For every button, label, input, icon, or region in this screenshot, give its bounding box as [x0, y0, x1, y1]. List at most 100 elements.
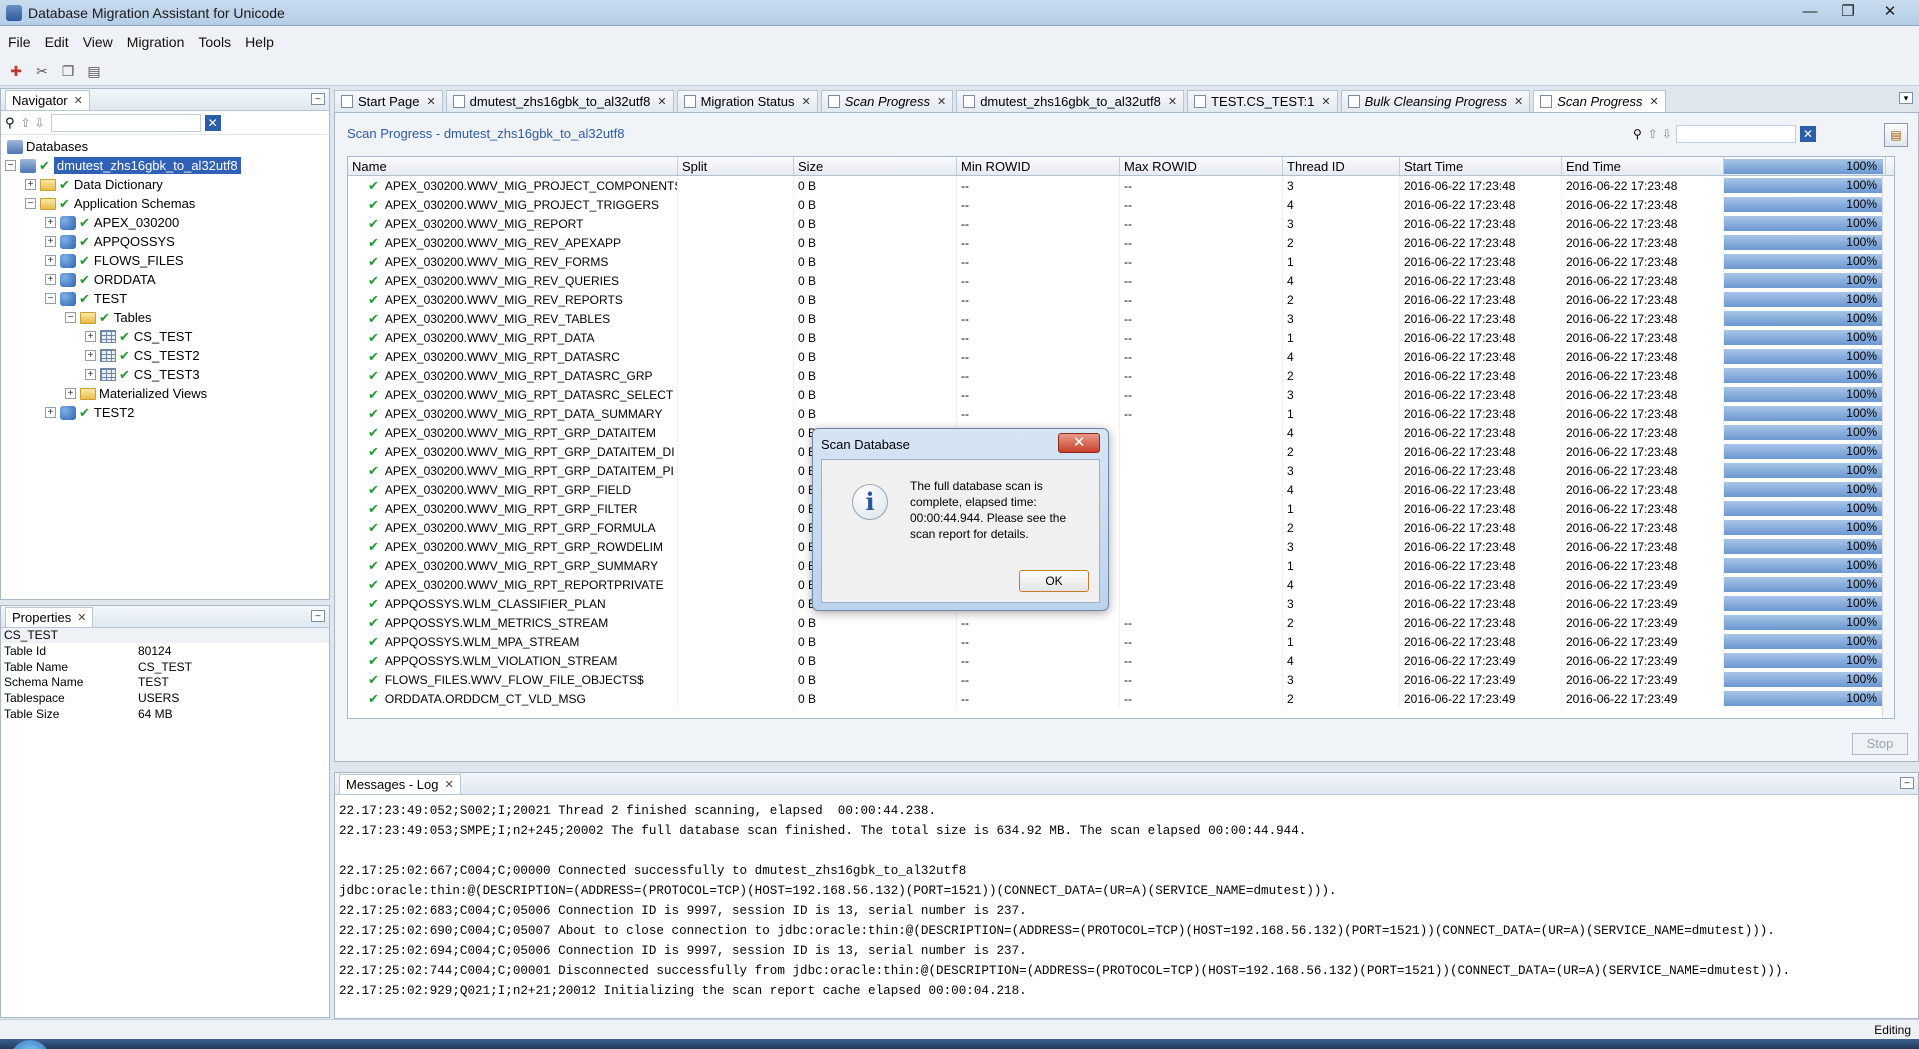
tree-node-schema[interactable]: + ✔ ORDDATA	[3, 270, 329, 289]
close-icon[interactable]: ✕	[445, 778, 454, 791]
expand-icon[interactable]: +	[45, 236, 56, 247]
expand-icon[interactable]: +	[45, 217, 56, 228]
expand-icon[interactable]: +	[45, 255, 56, 266]
expand-icon[interactable]: +	[85, 369, 96, 380]
table-row[interactable]: ✔ APEX_030200.WWV_MIG_RPT_DATA 0 B -- -- 1 201…	[348, 328, 1894, 347]
new-connection-icon[interactable]: ✚	[6, 62, 26, 82]
close-icon[interactable]: ✕	[426, 95, 435, 108]
tree-node-application-schemas[interactable]: − ✔ Application Schemas	[3, 194, 329, 213]
close-icon[interactable]: ✕	[1649, 95, 1658, 108]
tree-node-schema[interactable]: + ✔ APPQOSSYS	[3, 232, 329, 251]
expand-icon[interactable]: +	[45, 407, 56, 418]
tree-node-schema[interactable]: + ✔ FLOWS_FILES	[3, 251, 329, 270]
ok-button[interactable]: OK	[1019, 570, 1089, 592]
tree-node-materialized-views[interactable]: + Materialized Views	[3, 384, 329, 403]
binoculars-icon[interactable]: ⚲	[1633, 127, 1642, 141]
tree-node-table[interactable]: + ✔ CS_TEST2	[3, 346, 329, 365]
scan-search-input[interactable]	[1675, 125, 1796, 143]
collapse-icon[interactable]: −	[45, 293, 56, 304]
tree-node-databases[interactable]: Databases	[3, 137, 329, 156]
column-header-min-rowid[interactable]: Min ROWID	[957, 157, 1120, 175]
table-row[interactable]: ✔ APEX_030200.WWV_MIG_PROJECT_COMPONENTS 0…	[348, 176, 1894, 195]
table-row[interactable]: ✔ APPQOSSYS.WLM_CLASSIFIER_PLAN 0 B 3 2016-0…	[348, 594, 1894, 613]
maximize-button[interactable]: ❐	[1829, 0, 1867, 22]
table-row[interactable]: ✔ APEX_030200.WWV_MIG_RPT_GRP_FILTER 0 B12…	[348, 499, 1894, 518]
arrow-up-icon[interactable]: ⇧	[21, 116, 31, 130]
tab-connection-2[interactable]: dmutest_zhs16gbk_to_al32utf8 ✕	[956, 90, 1185, 112]
expand-icon[interactable]: +	[85, 331, 96, 342]
tab-connection[interactable]: dmutest_zhs16gbk_to_al32utf8 ✕	[445, 90, 674, 112]
messages-log-tab[interactable]: Messages - Log ✕	[339, 773, 461, 794]
scan-report-icon[interactable]: ▤	[1884, 123, 1908, 147]
table-row[interactable]: ✔ APEX_030200.WWV_MIG_RPT_DATASRC 0 B -- -- 4…	[348, 347, 1894, 366]
tab-migration-status[interactable]: Migration Status ✕	[676, 90, 818, 112]
expand-icon[interactable]: +	[65, 388, 76, 399]
tab-scan-progress-active[interactable]: Scan Progress ✕	[1533, 90, 1666, 112]
table-row[interactable]: ✔ APEX_030200.WWV_MIG_REV_FORMS 0 B -- -- 1 20…	[348, 252, 1894, 271]
tab-bulk-cleansing[interactable]: Bulk Cleansing Progress ✕	[1340, 90, 1531, 112]
tab-start-page[interactable]: Start Page ✕	[334, 90, 443, 112]
arrow-down-icon[interactable]: ⇩	[35, 116, 45, 130]
table-row[interactable]: ✔ ORDDATA.ORDDCM_CT_VLD_MSG 0 B -- -- 2 2016-0…	[348, 689, 1894, 708]
minimize-panel-icon[interactable]: –	[311, 610, 325, 622]
collapse-icon[interactable]: −	[25, 198, 36, 209]
expand-icon[interactable]: +	[85, 350, 96, 361]
table-row[interactable]: ✔ APEX_030200.WWV_MIG_REV_APEXAPP 0 B -- -- 2…	[348, 233, 1894, 252]
close-icon[interactable]: ✕	[77, 611, 86, 624]
column-header-start-time[interactable]: Start Time	[1400, 157, 1562, 175]
column-header-thread-id[interactable]: Thread ID	[1283, 157, 1400, 175]
tree-node-table[interactable]: + ✔ CS_TEST3	[3, 365, 329, 384]
menu-help[interactable]: Help	[245, 34, 274, 50]
tree-node-data-dictionary[interactable]: + ✔ Data Dictionary	[3, 175, 329, 194]
close-icon[interactable]: ✕	[1168, 95, 1177, 108]
arrow-up-icon[interactable]: ⇧	[1648, 127, 1658, 141]
table-row[interactable]: ✔ APEX_030200.WWV_MIG_REV_TABLES 0 B -- -- 3 2…	[348, 309, 1894, 328]
stop-button[interactable]: Stop	[1852, 733, 1908, 755]
table-row[interactable]: ✔ FLOWS_FILES.WWV_FLOW_FILE_OBJECTS$ 0 B --…	[348, 670, 1894, 689]
tab-list-icon[interactable]: ▾	[1899, 92, 1913, 104]
expand-icon[interactable]: +	[25, 179, 36, 190]
close-icon[interactable]: ✕	[74, 94, 83, 107]
close-icon[interactable]: ✕	[1321, 95, 1330, 108]
paste-icon[interactable]: ▤	[84, 62, 104, 82]
collapse-icon[interactable]: −	[5, 160, 16, 171]
menu-view[interactable]: View	[83, 34, 113, 50]
copy-icon[interactable]: ❐	[58, 62, 78, 82]
column-header-split[interactable]: Split	[678, 157, 794, 175]
close-icon[interactable]: ✕	[657, 95, 666, 108]
clear-search-icon[interactable]: ✕	[1799, 126, 1816, 142]
menu-file[interactable]: File	[8, 34, 31, 50]
tab-scan-progress[interactable]: Scan Progress ✕	[820, 90, 954, 112]
column-header-size[interactable]: Size	[794, 157, 957, 175]
tree-node-tables[interactable]: − ✔ Tables	[3, 308, 329, 327]
table-row[interactable]: ✔ APPQOSSYS.WLM_METRICS_STREAM 0 B -- -- 2 201…	[348, 613, 1894, 632]
table-row[interactable]: ✔ APEX_030200.WWV_MIG_PROJECT_TRIGGERS 0 B…	[348, 195, 1894, 214]
column-header-max-rowid[interactable]: Max ROWID	[1120, 157, 1283, 175]
table-row[interactable]: ✔ APEX_030200.WWV_MIG_RPT_REPORTPRIVATE 0 …	[348, 575, 1894, 594]
table-row[interactable]: ✔ APEX_030200.WWV_MIG_RPT_GRP_DATAITEM 0 B…	[348, 423, 1894, 442]
vertical-scrollbar[interactable]	[1882, 176, 1894, 718]
table-row[interactable]: ✔ APEX_030200.WWV_MIG_RPT_GRP_FORMULA 0 B2…	[348, 518, 1894, 537]
column-header-name[interactable]: Name	[348, 157, 678, 175]
dialog-close-button[interactable]: ✕	[1058, 433, 1100, 453]
close-icon[interactable]: ✕	[937, 95, 946, 108]
table-row[interactable]: ✔ APEX_030200.WWV_MIG_RPT_DATASRC_GRP 0 B-…	[348, 366, 1894, 385]
navigator-tab[interactable]: Navigator ✕	[5, 89, 90, 110]
tree-node-schema[interactable]: + ✔ TEST2	[3, 403, 329, 422]
binoculars-icon[interactable]: ⚲	[5, 115, 15, 131]
tree-node-schema[interactable]: + ✔ APEX_030200	[3, 213, 329, 232]
clear-search-icon[interactable]: ✕	[204, 114, 221, 131]
expand-icon[interactable]: +	[45, 274, 56, 285]
column-header-end-time[interactable]: End Time	[1562, 157, 1724, 175]
start-orb-icon[interactable]	[10, 1040, 50, 1049]
table-row[interactable]: ✔ APEX_030200.WWV_MIG_REPORT 0 B -- -- 3 2016-…	[348, 214, 1894, 233]
table-row[interactable]: ✔ APPQOSSYS.WLM_MPA_STREAM 0 B -- -- 1 2016-06…	[348, 632, 1894, 651]
close-icon[interactable]: ✕	[1514, 95, 1523, 108]
tree-node-connection[interactable]: − ✔ dmutest_zhs16gbk_to_al32utf8	[3, 156, 329, 175]
arrow-down-icon[interactable]: ⇩	[1662, 127, 1672, 141]
column-header-progress[interactable]: 100%	[1724, 157, 1886, 175]
close-icon[interactable]: ✕	[802, 95, 811, 108]
table-row[interactable]: ✔ APEX_030200.WWV_MIG_RPT_DATA_SUMMARY 0 B…	[348, 404, 1894, 423]
navigator-search-input[interactable]	[50, 113, 201, 132]
table-row[interactable]: ✔ APEX_030200.WWV_MIG_RPT_GRP_FIELD 0 B 4 20…	[348, 480, 1894, 499]
